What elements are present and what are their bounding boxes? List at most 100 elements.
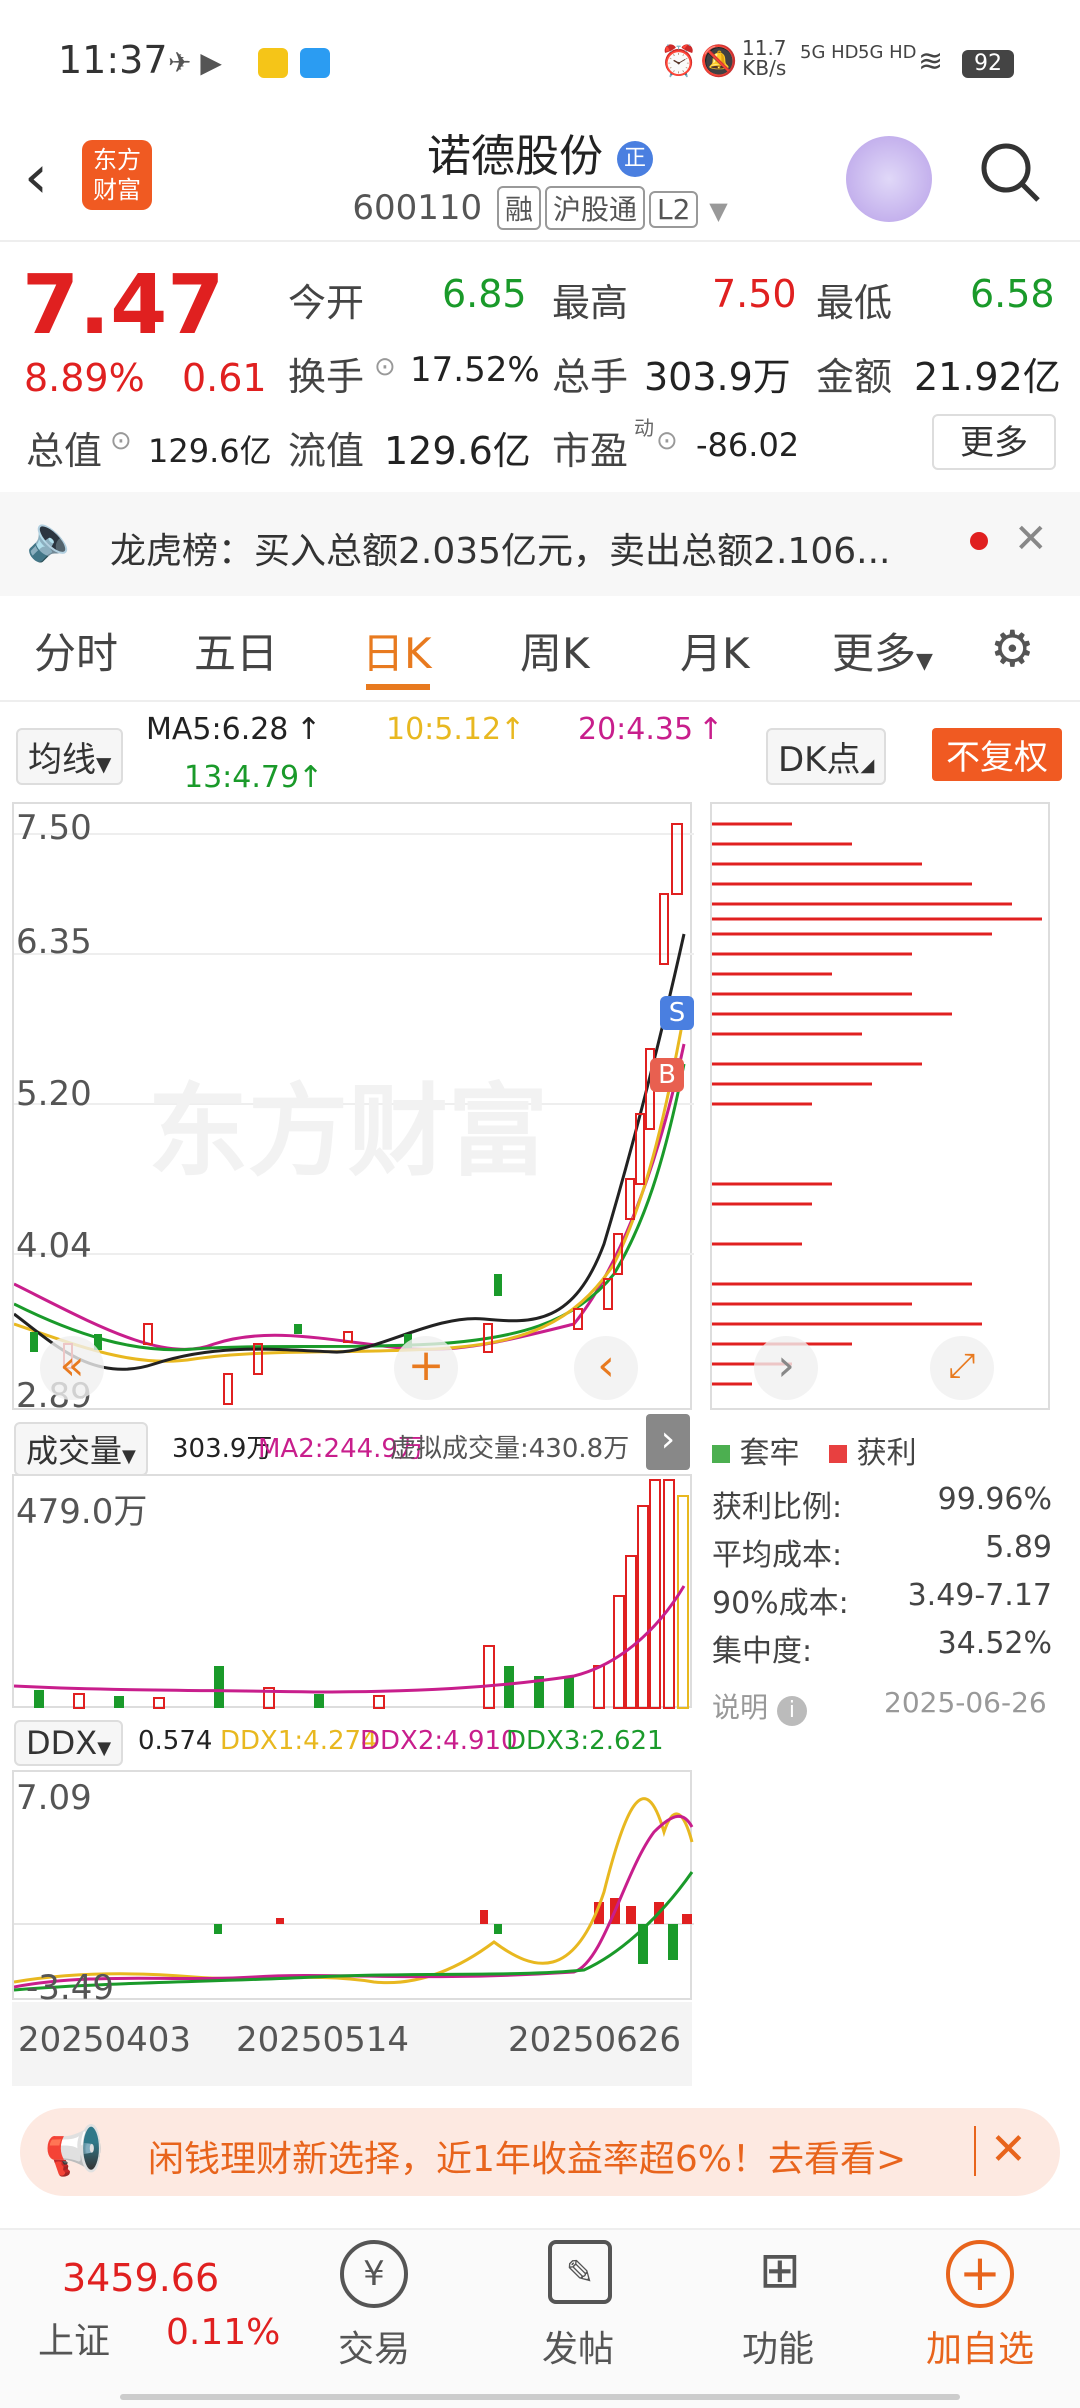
tab-monthly-k[interactable]: 月K [680, 620, 750, 681]
robot-avatar-icon[interactable] [846, 136, 932, 222]
chip-next-icon[interactable]: › [754, 1336, 818, 1400]
info-icon: i [776, 1696, 807, 1726]
ma13-label: 13:4.79 [184, 760, 300, 795]
signal-1: 5G HD [800, 42, 859, 63]
tab-more-label: 更多 [832, 629, 917, 678]
buy-marker[interactable]: B [650, 1058, 684, 1092]
settings-gear-icon[interactable]: ⚙ [990, 620, 1035, 678]
scroll-left-icon[interactable]: ‹ [574, 1336, 638, 1400]
tab-intraday[interactable]: 分时 [34, 620, 118, 681]
corner-arrow-icon: ◢ [860, 755, 875, 776]
stat-label: 90%成本: [712, 1586, 849, 1621]
nav-functions[interactable]: 功能 [708, 2320, 848, 2372]
amount-value: 21.92亿 [914, 355, 1061, 399]
chip-note[interactable]: 说明 i [712, 1686, 807, 1726]
current-price: 7.47 [22, 258, 225, 353]
index-change: 0.11% [166, 2312, 281, 2353]
ddx-select-label: DDX [26, 1724, 98, 1762]
open-value: 6.85 [442, 272, 527, 316]
stat-label: 平均成本: [712, 1538, 843, 1573]
ddx-select[interactable]: DDX▼ [14, 1720, 124, 1766]
stock-code: 600110 [352, 188, 483, 228]
scroll-left-fast-icon[interactable]: « [40, 1336, 104, 1400]
tab-weekly-k[interactable]: 周K [520, 620, 590, 681]
float-label: 流值 [288, 429, 365, 473]
stat-value: 99.96% [937, 1482, 1052, 1517]
search-icon[interactable] [978, 140, 1042, 204]
ddx-chart[interactable] [12, 1770, 694, 2000]
ddx3-value: DDX3:2.621 [506, 1726, 664, 1756]
dk-point-label: DK点 [778, 740, 861, 780]
speaker-icon: 🔈 [26, 513, 81, 564]
status-time: 11:37 [58, 38, 168, 82]
crosshair-icon[interactable]: + [394, 1336, 458, 1400]
float-value: 129.6亿 [384, 429, 531, 473]
ma-select-label: 均线 [28, 740, 96, 780]
unread-dot [970, 532, 988, 550]
close-icon[interactable]: ✕ [1014, 516, 1048, 562]
pe-label: 市盈 [552, 429, 629, 473]
more-button[interactable]: 更多 [932, 414, 1056, 470]
adjust-rights-button[interactable]: 不复权 [932, 728, 1062, 781]
promo-divider [974, 2126, 976, 2176]
signal-2: 5G HD [858, 42, 917, 63]
meituan-icon [258, 48, 288, 78]
functions-icon[interactable]: ⊞ [748, 2240, 812, 2304]
notice-text[interactable]: 龙虎榜：买入总额2.035亿元，卖出总额2.106... [110, 522, 890, 574]
title-badge: 正 [617, 141, 653, 177]
info-icon[interactable]: ⊙ [374, 352, 396, 382]
tag-l2: L2 [648, 191, 699, 228]
sell-marker[interactable]: S [660, 996, 694, 1030]
arrow-up-icon: ↑ [296, 712, 322, 747]
info-icon[interactable]: ⊙ [656, 426, 678, 456]
ma20-label: 20:4.35 [578, 712, 694, 747]
trade-icon[interactable]: ¥ [340, 2240, 408, 2308]
ma-select[interactable]: 均线▼ [16, 728, 124, 785]
ddx-max-label: 7.09 [16, 1778, 92, 1818]
volume-select[interactable]: 成交量▼ [14, 1422, 148, 1476]
status-bar: 11:37 ✈ ▶ ⏰ 🔕 11.7 KB/s 5G HD 5G HD ≋ 92 [0, 0, 1080, 120]
high-label: 最高 [552, 281, 629, 325]
tab-daily-k[interactable]: 日K [362, 620, 432, 681]
change-pct: 8.89% [24, 356, 145, 400]
high-value: 7.50 [712, 272, 797, 316]
expand-icon[interactable]: ⤢ [930, 1336, 994, 1400]
index-value[interactable]: 3459.66 [62, 2256, 219, 2300]
ytick-4: 4.04 [16, 1226, 92, 1266]
app-icon [300, 48, 330, 78]
stat-label: 获利比例: [712, 1490, 843, 1525]
tab-more[interactable]: 更多▼ [832, 620, 933, 681]
post-icon[interactable]: ✎ [548, 2240, 612, 2304]
legend-profit-swatch [829, 1445, 848, 1463]
caret-down-icon: ▼ [97, 1738, 112, 1759]
vol-max-label: 479.0万 [16, 1492, 148, 1532]
pe-value: -86.02 [696, 426, 800, 464]
ma5-label: MA5:6.28 [146, 712, 289, 747]
pe-sup: 动 [634, 416, 654, 440]
stat-value: 34.52% [937, 1626, 1052, 1661]
net-speed: 11.7 KB/s [742, 38, 787, 78]
volume-select-label: 成交量 [26, 1432, 123, 1470]
battery-icon: 92 [962, 50, 1014, 78]
caret-down-icon: ▼ [122, 1446, 136, 1467]
date-tick-1: 20250403 [18, 2020, 192, 2060]
divider [0, 700, 1080, 702]
date-tick-2: 20250514 [236, 2020, 410, 2060]
nav-add-watchlist[interactable]: 加自选 [910, 2320, 1050, 2372]
promo-text[interactable]: 闲钱理财新选择，近1年收益率超6%！去看看> [148, 2130, 972, 2182]
arrow-up-icon: ↑ [500, 712, 526, 747]
caret-down-icon: ▼ [96, 752, 112, 776]
stat-value: 3.49-7.17 [907, 1578, 1052, 1613]
info-icon[interactable]: ⊙ [110, 426, 132, 456]
dk-point-button[interactable]: DK点◢ [766, 728, 887, 785]
ytick-1: 7.50 [16, 808, 92, 848]
tab-five-day[interactable]: 五日 [194, 620, 278, 681]
expand-right-icon[interactable]: › [646, 1414, 690, 1470]
legend-profit-label: 获利 [856, 1436, 917, 1471]
alarm-icon: ⏰ [660, 44, 698, 79]
close-icon[interactable]: ✕ [990, 2124, 1027, 2175]
nav-trade[interactable]: 交易 [304, 2320, 444, 2372]
add-watchlist-icon[interactable]: + [946, 2240, 1014, 2308]
nav-post[interactable]: 发帖 [508, 2320, 648, 2372]
chip-distribution [710, 802, 1050, 1410]
